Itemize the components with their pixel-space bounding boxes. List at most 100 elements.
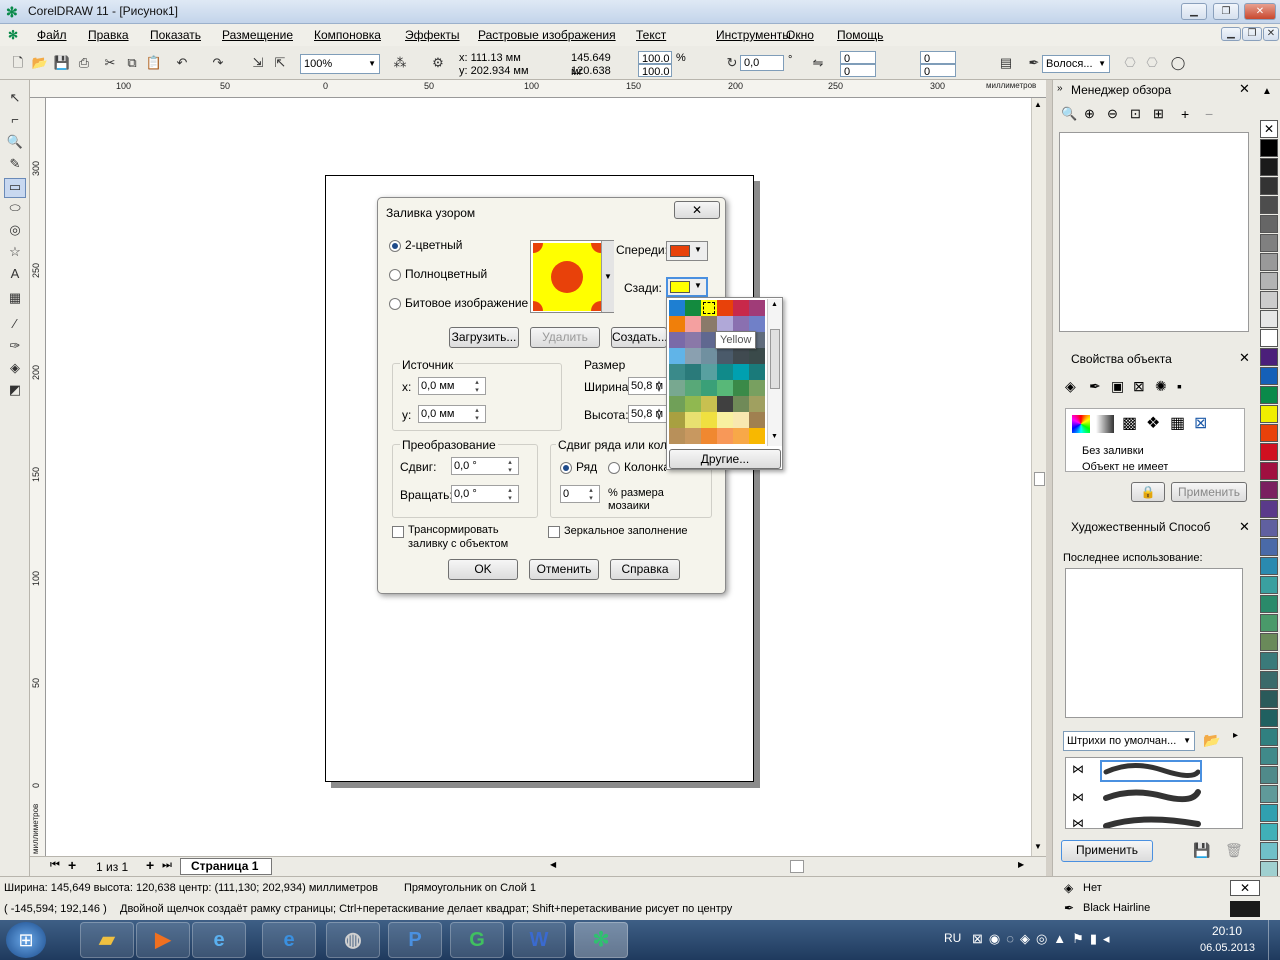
ie-alt-taskbar-icon[interactable]: e (262, 922, 316, 958)
corner-3-field[interactable]: 0 (920, 51, 956, 65)
open-icon[interactable]: 📂 (30, 53, 50, 73)
palette-swatch[interactable] (1260, 196, 1278, 214)
detail-tab-icon[interactable]: ⊠ (1133, 378, 1145, 395)
p-app-taskbar-icon[interactable]: P (388, 922, 442, 958)
other-colors-button[interactable]: Другие... (669, 449, 781, 469)
row-radio[interactable] (560, 462, 572, 474)
color-cell[interactable] (701, 412, 717, 428)
docker-close-icon[interactable]: ✕ (1239, 519, 1250, 535)
palette-swatch[interactable] (1260, 728, 1278, 746)
delete-button[interactable]: Удалить (530, 327, 600, 348)
palette-swatch[interactable] (1260, 747, 1278, 765)
outline-color-swatch[interactable] (1230, 901, 1260, 917)
palette-swatch[interactable] (1260, 215, 1278, 233)
word-taskbar-icon[interactable]: W (512, 922, 566, 958)
convert-icon[interactable]: ⎔ (1120, 53, 1140, 73)
color-cell[interactable] (669, 380, 685, 396)
color-cell[interactable] (733, 428, 749, 444)
zoom-tool-icon[interactable]: 🔍 (4, 134, 26, 154)
color-cell[interactable] (749, 380, 765, 396)
color-cell[interactable] (701, 428, 717, 444)
eyedropper-tool-icon[interactable]: ⁄ (4, 316, 26, 336)
size-height-field[interactable]: 50,8 м (628, 405, 668, 423)
scroll-left-icon[interactable]: ◀ (550, 860, 556, 869)
palette-swatch[interactable] (1260, 633, 1278, 651)
circle-tool-icon[interactable]: ◯ (1168, 53, 1188, 73)
color-cell[interactable] (717, 364, 733, 380)
menu-view[interactable]: Показать (150, 28, 201, 42)
color-cell[interactable] (685, 428, 701, 444)
outline-tab-icon[interactable]: ✒ (1089, 378, 1101, 395)
save-icon[interactable]: 💾 (52, 53, 72, 73)
color-cell[interactable] (733, 300, 749, 316)
zoom-out-icon[interactable]: ⊖ (1107, 106, 1118, 122)
menu-help[interactable]: Помощь (837, 28, 883, 42)
load-button[interactable]: Загрузить... (449, 327, 519, 348)
vertical-scroll-thumb[interactable] (1034, 472, 1045, 486)
color-cell[interactable] (733, 380, 749, 396)
color-cell[interactable] (669, 412, 685, 428)
palette-swatch[interactable] (1260, 443, 1278, 461)
cut-icon[interactable]: ✂ (100, 53, 120, 73)
zoom-all-icon[interactable]: ⊞ (1153, 106, 1164, 122)
angle-field[interactable]: 0,0 (740, 55, 784, 71)
page-tab[interactable]: Страница 1 (180, 858, 272, 875)
color-cell[interactable] (701, 364, 717, 380)
spiral-tool-icon[interactable]: ◎ (4, 222, 26, 242)
dialog-close-button[interactable]: ✕ (674, 201, 720, 219)
color-cell[interactable] (733, 364, 749, 380)
y-position-field[interactable]: y: 202.934 мм (456, 64, 544, 77)
palette-swatch[interactable] (1260, 823, 1278, 841)
no-fill-swatch[interactable]: ✕ (1230, 880, 1260, 896)
color-cell[interactable] (749, 300, 765, 316)
color-cell[interactable] (717, 380, 733, 396)
scroll-down-icon[interactable]: ▼ (1034, 842, 1042, 851)
star-tool-icon[interactable]: ☆ (4, 244, 26, 264)
offset-field[interactable]: 0 (560, 485, 600, 503)
horizontal-scroll-thumb[interactable] (790, 860, 804, 873)
corner-4-field[interactable]: 0 (920, 64, 956, 78)
palette-swatch[interactable] (1260, 291, 1278, 309)
color-cell[interactable] (717, 316, 733, 332)
palette-swatch[interactable] (1260, 519, 1278, 537)
palette-swatch[interactable] (1260, 671, 1278, 689)
popup-scroll-thumb[interactable] (770, 329, 780, 389)
menu-bitmaps[interactable]: Растровые изображения (478, 28, 616, 42)
scroll-right-icon[interactable]: ▶ (1018, 860, 1024, 869)
close-button[interactable]: ✕ (1244, 3, 1276, 20)
color-cell[interactable] (669, 316, 685, 332)
color-cell[interactable] (685, 412, 701, 428)
palette-swatch[interactable] (1260, 709, 1278, 727)
color-cell[interactable] (669, 332, 685, 348)
options-icon[interactable]: ⚙ (428, 53, 448, 73)
column-radio[interactable] (608, 462, 620, 474)
zoom-level-select[interactable]: 100% ▼ (300, 54, 380, 74)
palette-swatch[interactable] (1260, 576, 1278, 594)
redo-icon[interactable]: ↷ (208, 53, 228, 73)
rectangle-tool-icon[interactable]: ▭ (4, 178, 26, 198)
zoom-one-icon[interactable]: 🔍 (1061, 106, 1077, 122)
menu-effects[interactable]: Эффекты (405, 28, 460, 42)
palette-swatch[interactable] (1260, 367, 1278, 385)
mirror-icon[interactable]: ⇋ (808, 53, 828, 73)
browse-icon[interactable]: 📂 (1203, 732, 1220, 749)
brush-stroke-list[interactable]: ⋈ ⋈ ⋈ (1065, 757, 1243, 829)
color-cell[interactable] (733, 412, 749, 428)
docker-close-icon[interactable]: ✕ (1239, 350, 1250, 366)
palette-swatch[interactable] (1260, 481, 1278, 499)
color-cell[interactable] (749, 348, 765, 364)
color-cell[interactable] (749, 428, 765, 444)
outline-width-select[interactable]: Волося... ▼ (1042, 55, 1110, 73)
palette-swatch[interactable] (1260, 652, 1278, 670)
snap-icon[interactable]: ⁂ (390, 53, 410, 73)
color-cell[interactable] (733, 396, 749, 412)
palette-swatch[interactable] (1260, 405, 1278, 423)
palette-swatch[interactable] (1260, 348, 1278, 366)
doc-close-button[interactable]: ✕ (1263, 27, 1279, 41)
full-color-radio[interactable] (389, 269, 401, 281)
shape-tool-icon[interactable]: ⌐ (4, 112, 26, 132)
scale-x-field[interactable]: 100.0 (638, 51, 672, 65)
outline-tool-icon[interactable]: ✑ (4, 338, 26, 358)
palette-swatch[interactable] (1260, 310, 1278, 328)
transform-fill-checkbox[interactable] (392, 526, 404, 538)
